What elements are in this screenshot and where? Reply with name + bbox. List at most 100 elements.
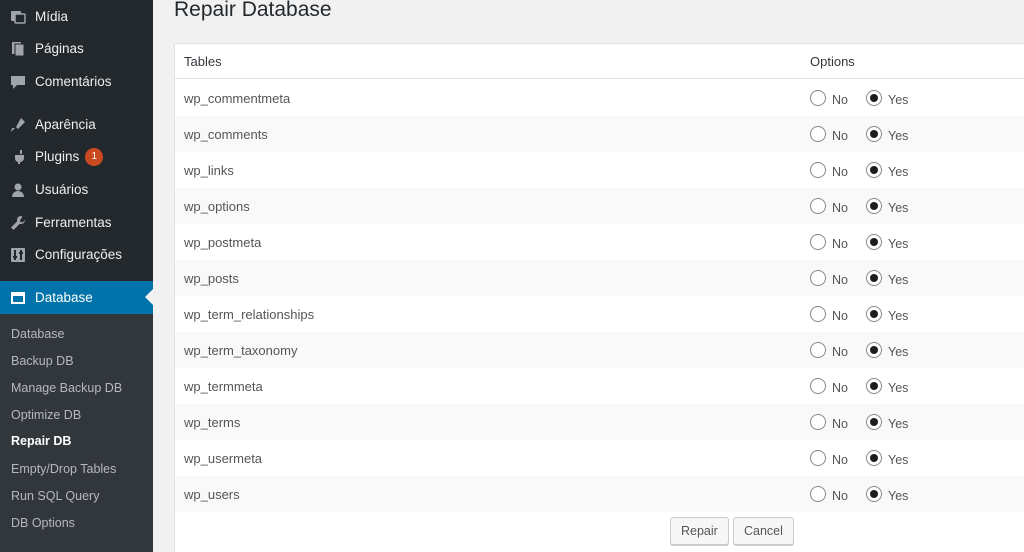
radio-yes[interactable] [866, 486, 882, 502]
comments-icon [9, 74, 27, 90]
radio-yes-label: Yes [888, 165, 909, 179]
menu-item-media[interactable]: Mídia [0, 0, 153, 33]
submenu-item-optimize-db[interactable]: Optimize DB [11, 405, 81, 425]
submenu-item-db-options[interactable]: DB Options [11, 513, 75, 533]
menu-item-settings[interactable]: Configurações [0, 238, 153, 271]
menu-item-comments[interactable]: Comentários [0, 65, 153, 98]
table-name: wp_term_taxonomy [184, 343, 298, 358]
radio-no[interactable] [810, 414, 826, 430]
menu-item-label: Database [35, 290, 93, 305]
table-name: wp_usermeta [184, 451, 263, 466]
radio-yes[interactable] [866, 126, 882, 142]
menu-item-label: Comentários [35, 74, 112, 89]
submenu-item-empty-drop-tables[interactable]: Empty/Drop Tables [11, 459, 116, 479]
radio-no-label: No [832, 201, 848, 215]
repair-button[interactable]: Repair [670, 517, 729, 545]
submenu-item-manage-backup-db[interactable]: Manage Backup DB [11, 378, 122, 398]
menu-item-pages[interactable]: Páginas [0, 32, 153, 65]
radio-no[interactable] [810, 162, 826, 178]
table-row: wp_term_taxonomy No Yes [175, 332, 1024, 368]
radio-no-label: No [832, 165, 848, 179]
radio-no[interactable] [810, 306, 826, 322]
radio-no-label: No [832, 93, 848, 107]
submenu-item-database[interactable]: Database [11, 324, 65, 344]
table-row: wp_termmeta No Yes [175, 368, 1024, 404]
tools-icon [9, 215, 27, 231]
radio-yes-label: Yes [888, 381, 909, 395]
radio-no[interactable] [810, 378, 826, 394]
radio-no-label: No [832, 237, 848, 251]
radio-no[interactable] [810, 450, 826, 466]
menu-item-label: Ferramentas [35, 215, 112, 230]
media-icon [9, 9, 27, 25]
radio-yes-label: Yes [888, 237, 909, 251]
radio-yes[interactable] [866, 306, 882, 322]
radio-yes[interactable] [866, 198, 882, 214]
radio-no[interactable] [810, 270, 826, 286]
table-name: wp_comments [184, 127, 268, 142]
submenu-item-repair-db[interactable]: Repair DB [11, 431, 71, 451]
table-name: wp_posts [184, 271, 239, 286]
appearance-icon [9, 117, 27, 133]
radio-no[interactable] [810, 234, 826, 250]
repair-table-panel: Tables Options wp_commentmeta No Yes wp_com… [174, 43, 1024, 552]
table-row: wp_comments No Yes [175, 116, 1024, 152]
radio-yes-label: Yes [888, 489, 909, 503]
table-name: wp_postmeta [184, 235, 262, 250]
radio-yes-label: Yes [888, 309, 909, 323]
admin-sidebar: Mídia Páginas Comentários Aparência Plug… [0, 0, 153, 552]
pages-icon [9, 41, 27, 57]
table-name: wp_commentmeta [184, 91, 291, 106]
radio-no-label: No [832, 417, 848, 431]
menu-item-label: Aparência [35, 117, 96, 132]
database-submenu: Database Backup DB Manage Backup DB Opti… [0, 314, 153, 552]
table-name: wp_term_relationships [184, 307, 315, 322]
radio-yes[interactable] [866, 162, 882, 178]
menu-item-database[interactable]: Database [0, 281, 153, 314]
table-row: wp_options No Yes [175, 188, 1024, 224]
radio-no-label: No [832, 489, 848, 503]
menu-item-plugins[interactable]: Plugins 1 [0, 140, 153, 173]
radio-no[interactable] [810, 198, 826, 214]
menu-item-appearance[interactable]: Aparência [0, 108, 153, 141]
radio-no[interactable] [810, 486, 826, 502]
radio-no[interactable] [810, 342, 826, 358]
radio-no-label: No [832, 453, 848, 467]
table-header: Tables Options [175, 44, 1024, 79]
table-name: wp_users [184, 487, 240, 502]
radio-yes[interactable] [866, 342, 882, 358]
table-name: wp_termmeta [184, 379, 263, 394]
radio-yes[interactable] [866, 90, 882, 106]
submenu-item-run-sql-query[interactable]: Run SQL Query [11, 486, 99, 506]
database-icon [9, 290, 27, 306]
menu-item-label: Usuários [35, 182, 89, 197]
table-name: wp_links [184, 163, 234, 178]
radio-yes[interactable] [866, 378, 882, 394]
radio-yes[interactable] [866, 270, 882, 286]
menu-item-label: Mídia [35, 9, 69, 24]
radio-yes-label: Yes [888, 93, 909, 107]
menu-item-users[interactable]: Usuários [0, 173, 153, 206]
menu-item-label: Plugins [35, 149, 80, 164]
radio-no[interactable] [810, 90, 826, 106]
submenu-item-backup-db[interactable]: Backup DB [11, 351, 74, 371]
radio-yes-label: Yes [888, 129, 909, 143]
radio-yes-label: Yes [888, 417, 909, 431]
radio-no-label: No [832, 273, 848, 287]
table-row: wp_commentmeta No Yes [175, 80, 1024, 116]
radio-yes[interactable] [866, 234, 882, 250]
page-title: Repair Database [174, 0, 332, 21]
menu-item-tools[interactable]: Ferramentas [0, 206, 153, 239]
radio-no-label: No [832, 129, 848, 143]
radio-no-label: No [832, 345, 848, 359]
radio-no[interactable] [810, 126, 826, 142]
cancel-button[interactable]: Cancel [733, 517, 794, 545]
radio-yes[interactable] [866, 414, 882, 430]
menu-item-label: Configurações [35, 247, 123, 262]
table-row: wp_terms No Yes [175, 404, 1024, 440]
table-row: wp_links No Yes [175, 152, 1024, 188]
radio-yes[interactable] [866, 450, 882, 466]
update-count-badge: 1 [85, 147, 104, 166]
table-row: wp_users No Yes [175, 476, 1024, 512]
settings-icon [9, 247, 27, 263]
